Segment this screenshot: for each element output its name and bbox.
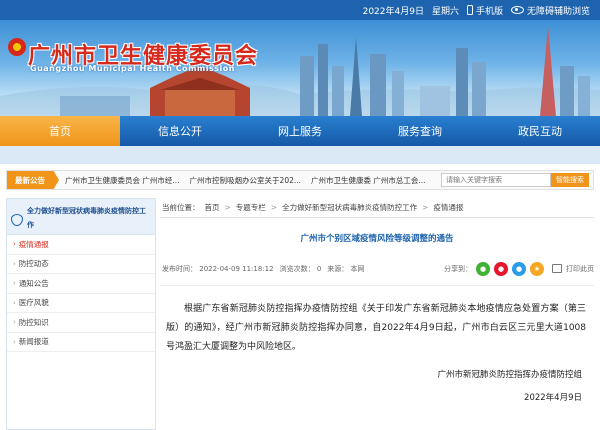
- print-link[interactable]: 打印此页: [566, 264, 594, 274]
- chevron-right-icon: ›: [13, 240, 16, 249]
- government-emblem-icon: [8, 38, 26, 56]
- chevron-right-icon: ›: [13, 279, 16, 288]
- notice-item[interactable]: 广州市控制吸烟办公室关于202...: [190, 175, 301, 186]
- notice-item[interactable]: 广州市卫生健康委 广州市总工会...: [311, 175, 426, 186]
- nav-home[interactable]: 首页: [0, 116, 120, 146]
- nav-info-disclosure[interactable]: 信息公开: [120, 116, 240, 146]
- share-label: 分享到：: [444, 264, 472, 273]
- top-utility-bar: 2022年4月9日 星期六 手机版 无障碍辅助浏览: [0, 0, 600, 20]
- notice-label: 最新公告: [7, 171, 53, 189]
- mobile-version-link[interactable]: 手机版: [466, 4, 503, 17]
- chevron-right-icon: ›: [13, 318, 16, 327]
- article-body: 根据广东省新冠肺炎防控指挥办疫情防控组《关于印发广东省新冠肺炎本地疫情应急处置方…: [166, 304, 586, 352]
- sidebar-item-label: 疫情通报: [18, 239, 49, 249]
- sidebar-list: › 疫情通报 › 防控动态 › 通知公告 › 医疗风貌 › 防控知识 › 新闻报…: [7, 235, 155, 352]
- source-label: 来源：: [327, 264, 349, 273]
- notice-bar: 最新公告 广州市卫生健康委员会 广州市经... 广州市控制吸烟办公室关于202.…: [6, 170, 594, 190]
- nav-subbar: [0, 146, 600, 164]
- sidebar-item-label: 新闻报道: [18, 337, 49, 347]
- chevron-right-icon: ›: [13, 298, 16, 307]
- chevron-right-icon: ›: [13, 337, 16, 346]
- article-panel: 当前位置： 首页 > 专题专栏 > 全力做好新型冠状病毒肺炎疫情防控工作 > 疫…: [160, 198, 594, 430]
- favorite-star-icon[interactable]: ★: [530, 261, 544, 276]
- sidebar-item-medical[interactable]: › 医疗风貌: [7, 294, 155, 313]
- print-icon[interactable]: [552, 264, 562, 273]
- sidebar-item-news[interactable]: › 新闻报道: [7, 333, 155, 352]
- breadcrumb-separator: >: [270, 203, 278, 212]
- notice-label-arrow: [53, 170, 59, 190]
- source-value: 本网: [350, 264, 365, 273]
- views-count: 0: [316, 264, 322, 273]
- weekday-text: 星期六: [431, 6, 459, 17]
- phone-icon: [466, 5, 473, 15]
- nav-service-query[interactable]: 服务查询: [360, 116, 480, 146]
- search-button[interactable]: 智能搜索: [551, 173, 589, 187]
- sidebar-item-label: 防控动态: [18, 259, 49, 269]
- sidebar-title[interactable]: 全力做好新型冠状病毒肺炎疫情防控工作: [27, 204, 151, 232]
- search-input[interactable]: 请输入关键字搜索: [441, 173, 551, 187]
- signature-date: 2022年4月9日: [524, 393, 582, 403]
- article-title: 广州市个别区域疫情风险等级调整的通告: [300, 234, 454, 244]
- sidebar-item-label: 防控知识: [18, 317, 49, 327]
- sidebar-item-epidemic-report[interactable]: › 疫情通报: [7, 235, 155, 255]
- wechat-share-icon[interactable]: ●: [476, 261, 490, 276]
- sidebar-item-prevention-news[interactable]: › 防控动态: [7, 255, 155, 274]
- breadcrumb-covid-topic[interactable]: 全力做好新型冠状病毒肺炎疫情防控工作: [282, 202, 417, 213]
- nav-interaction[interactable]: 政民互动: [480, 116, 600, 146]
- publish-label: 发布时间：: [162, 264, 197, 273]
- article-meta: 发布时间： 2022-04-09 11:18:12 浏览次数： 0 来源： 本网…: [160, 260, 594, 286]
- sidebar-item-label: 通知公告: [18, 278, 49, 288]
- breadcrumb-topics[interactable]: 专题专栏: [236, 202, 266, 213]
- notice-ticker: 广州市卫生健康委员会 广州市经... 广州市控制吸烟办公室关于202... 广州…: [65, 175, 441, 186]
- weibo-share-icon[interactable]: ●: [494, 261, 508, 276]
- views-label: 浏览次数：: [279, 264, 315, 273]
- main-navigation: 首页 信息公开 网上服务 服务查询 政民互动: [0, 116, 600, 146]
- site-banner: 广州市卫生健康委员会 Guangzhou Municipal Health Co…: [0, 20, 600, 116]
- nav-online-services[interactable]: 网上服务: [240, 116, 360, 146]
- notice-item[interactable]: 广州市卫生健康委员会 广州市经...: [65, 175, 180, 186]
- sidebar: 全力做好新型冠状病毒肺炎疫情防控工作 › 疫情通报 › 防控动态 › 通知公告 …: [6, 198, 156, 430]
- qq-share-icon[interactable]: ●: [512, 261, 526, 276]
- date-text: 2022年4月9日: [362, 6, 424, 17]
- sidebar-item-notices[interactable]: › 通知公告: [7, 274, 155, 294]
- sidebar-item-label: 医疗风貌: [18, 298, 49, 308]
- breadcrumb-home[interactable]: 首页: [205, 202, 220, 213]
- breadcrumb-current[interactable]: 疫情通报: [433, 202, 463, 213]
- sidebar-header: 全力做好新型冠状病毒肺炎疫情防控工作: [7, 199, 155, 235]
- accessibility-label: 无障碍辅助浏览: [526, 6, 590, 17]
- site-title-english: Guangzhou Municipal Health Commission: [30, 64, 235, 73]
- chevron-right-icon: ›: [13, 259, 16, 268]
- publish-time: 2022-04-09 11:18:12: [199, 264, 274, 273]
- eye-icon: [510, 6, 524, 14]
- signature-organization: 广州市新冠肺炎防控指挥办疫情防控组: [437, 370, 582, 380]
- accessibility-link[interactable]: 无障碍辅助浏览: [510, 4, 590, 17]
- mobile-version-label: 手机版: [475, 6, 503, 17]
- shield-icon: [11, 214, 23, 226]
- breadcrumb-separator: >: [422, 203, 429, 212]
- breadcrumb-separator: >: [224, 203, 231, 212]
- breadcrumb-label: 当前位置：: [162, 203, 200, 212]
- page: 2022年4月9日 星期六 手机版 无障碍辅助浏览 广州市卫生健康委员会 Gua…: [0, 0, 600, 430]
- sidebar-item-knowledge[interactable]: › 防控知识: [7, 313, 155, 333]
- breadcrumb: 当前位置： 首页 > 专题专栏 > 全力做好新型冠状病毒肺炎疫情防控工作 > 疫…: [160, 198, 594, 218]
